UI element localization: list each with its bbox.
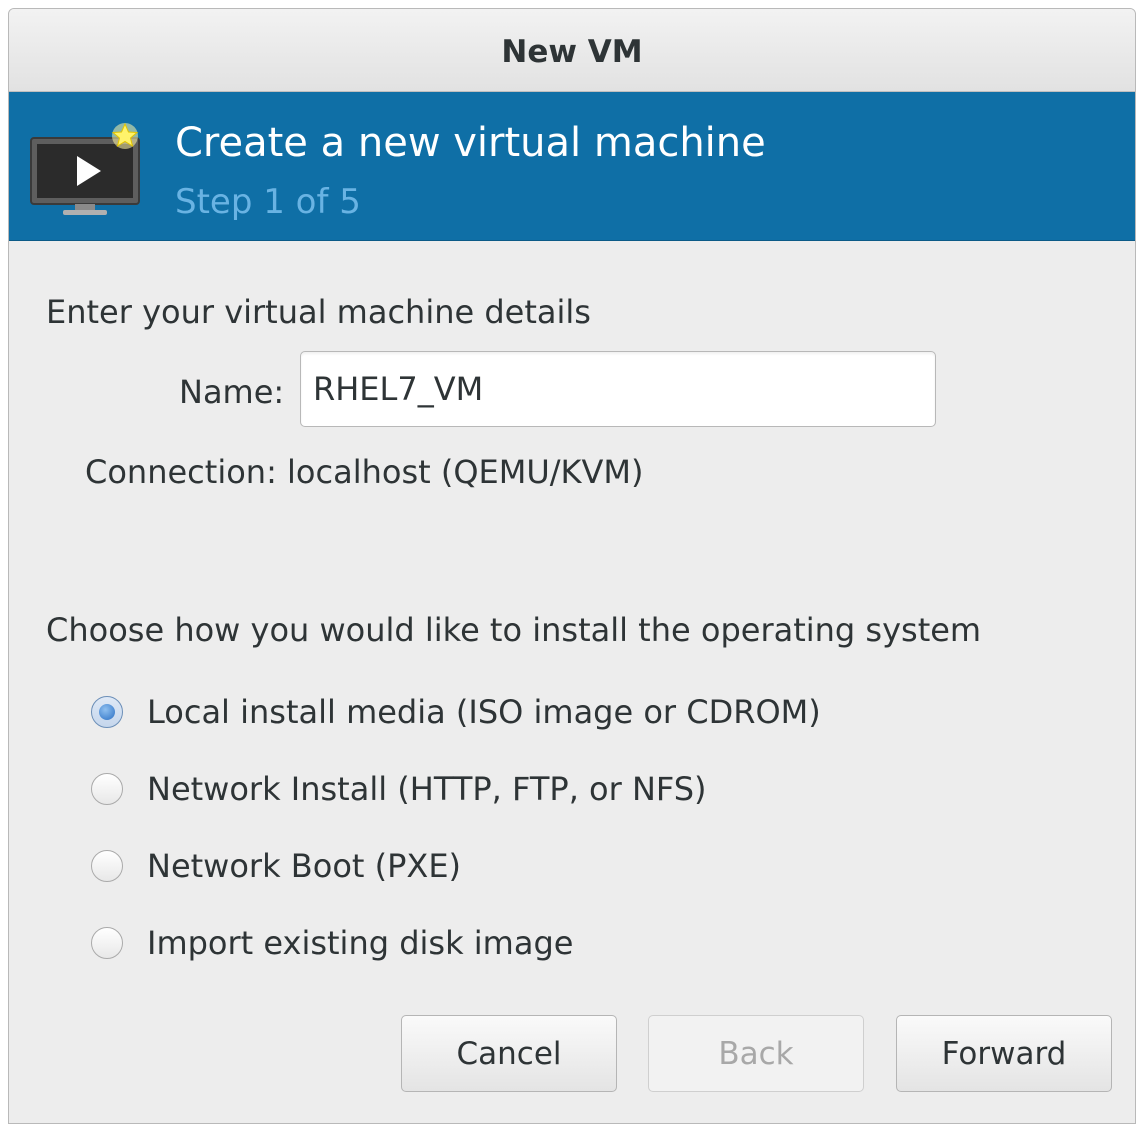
install-section-label: Choose how you would like to install the… xyxy=(46,611,982,649)
install-option-label: Network Install (HTTP, FTP, or NFS) xyxy=(147,770,707,808)
install-option-network-boot[interactable]: Network Boot (PXE) xyxy=(91,841,461,891)
install-option-label: Local install media (ISO image or CDROM) xyxy=(147,693,821,731)
vm-monitor-icon xyxy=(30,122,140,215)
wizard-headline: Create a new virtual machine xyxy=(175,120,766,166)
forward-button[interactable]: Forward xyxy=(896,1015,1112,1092)
install-option-label: Import existing disk image xyxy=(147,924,574,962)
connection-label: Connection: localhost (QEMU/KVM) xyxy=(85,453,644,491)
wizard-header-banner: Create a new virtual machine Step 1 of 5 xyxy=(9,92,1135,241)
title-bar[interactable]: New VM xyxy=(9,9,1135,92)
install-option-import-disk[interactable]: Import existing disk image xyxy=(91,918,573,968)
radio-button[interactable] xyxy=(91,927,123,959)
new-vm-dialog: New VM Create a new virtual machine Step… xyxy=(8,8,1136,1124)
window-title: New VM xyxy=(501,34,643,70)
install-option-label: Network Boot (PXE) xyxy=(147,847,462,885)
radio-button-selected[interactable] xyxy=(91,696,123,728)
vm-name-input[interactable] xyxy=(300,351,936,427)
connection-field-label: Connection: xyxy=(85,453,277,491)
wizard-step-indicator: Step 1 of 5 xyxy=(175,182,361,222)
install-option-local-media[interactable]: Local install media (ISO image or CDROM) xyxy=(91,687,821,737)
wizard-content: Enter your virtual machine details Name:… xyxy=(9,241,1135,1123)
cancel-button[interactable]: Cancel xyxy=(401,1015,617,1092)
name-field-label: Name: xyxy=(179,373,285,411)
details-section-label: Enter your virtual machine details xyxy=(46,293,591,331)
radio-button[interactable] xyxy=(91,773,123,805)
install-option-network-install[interactable]: Network Install (HTTP, FTP, or NFS) xyxy=(91,764,707,814)
connection-value: localhost (QEMU/KVM) xyxy=(287,453,644,491)
radio-button[interactable] xyxy=(91,850,123,882)
back-button[interactable]: Back xyxy=(648,1015,864,1092)
